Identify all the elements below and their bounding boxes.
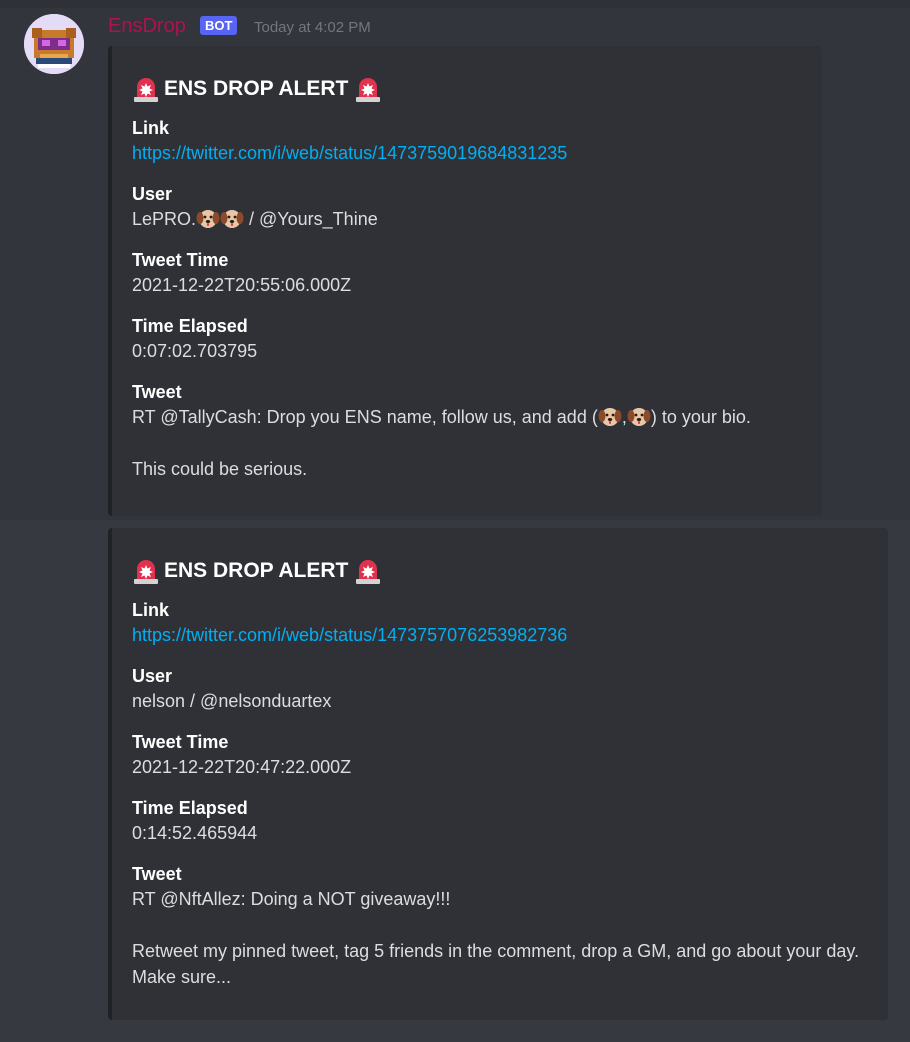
timestamp[interactable]: Today at 4:02 PM — [254, 18, 371, 38]
username[interactable]: EnsDrop — [108, 14, 186, 38]
time-elapsed-value: 0:07:02.703795 — [132, 341, 258, 361]
tweet-time-value: 2021-12-22T20:55:06.000Z — [132, 275, 352, 295]
rotating-light-icon — [134, 560, 158, 584]
embed-card: ENS DROP ALERT Link https://twitter.com/… — [108, 528, 888, 1020]
pixel-bot-avatar-icon — [24, 14, 84, 74]
user-label: User — [132, 666, 173, 686]
tweet-text-line2: This could be serious. — [132, 459, 308, 479]
embed-title-text: ENS DROP ALERT — [164, 559, 349, 582]
dog-face-icon — [627, 408, 651, 426]
user-value: LePRO. / @Yours_Thine — [132, 206, 806, 232]
embed-title-text: ENS DROP ALERT — [164, 77, 349, 100]
user-name: LePRO. — [132, 209, 197, 229]
user-value: nelson / @nelsonduartex — [132, 691, 332, 711]
tweet-text-part: RT @TallyCash: Drop you ENS name, follow… — [132, 407, 598, 427]
bot-badge: BOT — [200, 16, 238, 35]
tweet-time-value: 2021-12-22T20:47:22.000Z — [132, 757, 352, 777]
link-label: Link — [132, 600, 170, 620]
embed-card: ENS DROP ALERT Link https://twitter.com/… — [108, 46, 822, 516]
time-elapsed-value: 0:14:52.465944 — [132, 823, 258, 843]
dog-face-icon — [220, 210, 244, 228]
user-handle: / @Yours_Thine — [244, 209, 378, 229]
tweet-link[interactable]: https://twitter.com/i/web/status/1473759… — [132, 140, 806, 166]
avatar[interactable] — [24, 14, 84, 74]
embed-title: ENS DROP ALERT — [132, 556, 872, 586]
dog-face-icon — [598, 408, 622, 426]
rotating-light-icon — [356, 560, 381, 584]
user-label: User — [132, 184, 173, 204]
time-elapsed-label: Time Elapsed — [132, 316, 248, 336]
tweet-text: RT @TallyCash: Drop you ENS name, follow… — [132, 404, 806, 430]
tweet-time-label: Tweet Time — [132, 250, 229, 270]
tweet-time-label: Tweet Time — [132, 732, 229, 752]
tweet-link[interactable]: https://twitter.com/i/web/status/1473757… — [132, 622, 872, 648]
dog-face-icon — [196, 210, 220, 228]
time-elapsed-label: Time Elapsed — [132, 798, 248, 818]
link-label: Link — [132, 118, 170, 138]
tweet-text-line2: Retweet my pinned tweet, tag 5 friends i… — [132, 941, 865, 987]
rotating-light-icon — [356, 78, 381, 102]
tweet-label: Tweet — [132, 382, 182, 402]
tweet-text: RT @NftAllez: Doing a NOT giveaway!!! — [132, 889, 451, 909]
tweet-text-part: ) to your bio. — [650, 407, 751, 427]
rotating-light-icon — [134, 78, 158, 102]
embed-title: ENS DROP ALERT — [132, 74, 806, 104]
tweet-label: Tweet — [132, 864, 182, 884]
top-strip — [0, 0, 910, 8]
